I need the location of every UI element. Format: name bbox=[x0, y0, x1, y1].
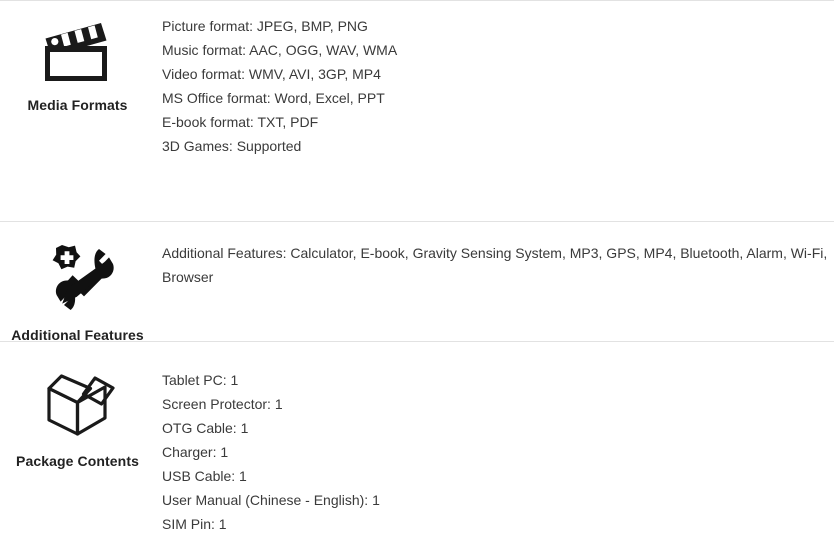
icon-column-package-contents: Package Contents bbox=[0, 362, 155, 469]
spec-line: Picture format: JPEG, BMP, PNG bbox=[162, 18, 368, 34]
icon-caption-media-formats: Media Formats bbox=[27, 97, 128, 113]
wrench-screwdriver-icon bbox=[39, 242, 117, 319]
open-box-icon bbox=[37, 364, 119, 443]
icon-column-additional-features: Additional Features bbox=[0, 238, 155, 343]
spec-line: USB Cable: 1 bbox=[162, 468, 247, 484]
spec-section-media-formats: Media Formats Picture format: JPEG, BMP,… bbox=[0, 1, 834, 221]
icon-caption-additional-features: Additional Features bbox=[11, 327, 144, 343]
spec-line: MS Office format: Word, Excel, PPT bbox=[162, 90, 385, 106]
clapperboard-icon bbox=[39, 19, 117, 92]
spec-line: OTG Cable: 1 bbox=[162, 420, 249, 436]
spec-line: Charger: 1 bbox=[162, 444, 229, 460]
spec-line: Screen Protector: 1 bbox=[162, 396, 283, 412]
product-specifications-page: Media Formats Picture format: JPEG, BMP,… bbox=[0, 0, 834, 553]
spec-line: Music format: AAC, OGG, WAV, WMA bbox=[162, 42, 398, 58]
spec-line: Video format: WMV, AVI, 3GP, MP4 bbox=[162, 66, 381, 82]
spec-line: E-book format: TXT, PDF bbox=[162, 114, 319, 130]
text-column-media-formats: Picture format: JPEG, BMP, PNG Music for… bbox=[155, 14, 834, 158]
spec-line: SIM Pin: 1 bbox=[162, 516, 227, 532]
text-column-additional-features: Additional Features: Calculator, E-book,… bbox=[155, 238, 834, 289]
spec-section-package-contents: Package Contents Tablet PC: 1 Screen Pro… bbox=[0, 342, 834, 532]
icon-column-media-formats: Media Formats bbox=[0, 14, 155, 113]
icon-caption-package-contents: Package Contents bbox=[16, 453, 139, 469]
spec-line: 3D Games: Supported bbox=[162, 138, 302, 154]
spec-section-additional-features: Additional Features Additional Features:… bbox=[0, 222, 834, 343]
spec-paragraph: Additional Features: Calculator, E-book,… bbox=[162, 245, 828, 285]
text-column-package-contents: Tablet PC: 1 Screen Protector: 1 OTG Cab… bbox=[155, 362, 834, 536]
spec-line: Tablet PC: 1 bbox=[162, 372, 239, 388]
spec-line: User Manual (Chinese - English): 1 bbox=[162, 492, 380, 508]
